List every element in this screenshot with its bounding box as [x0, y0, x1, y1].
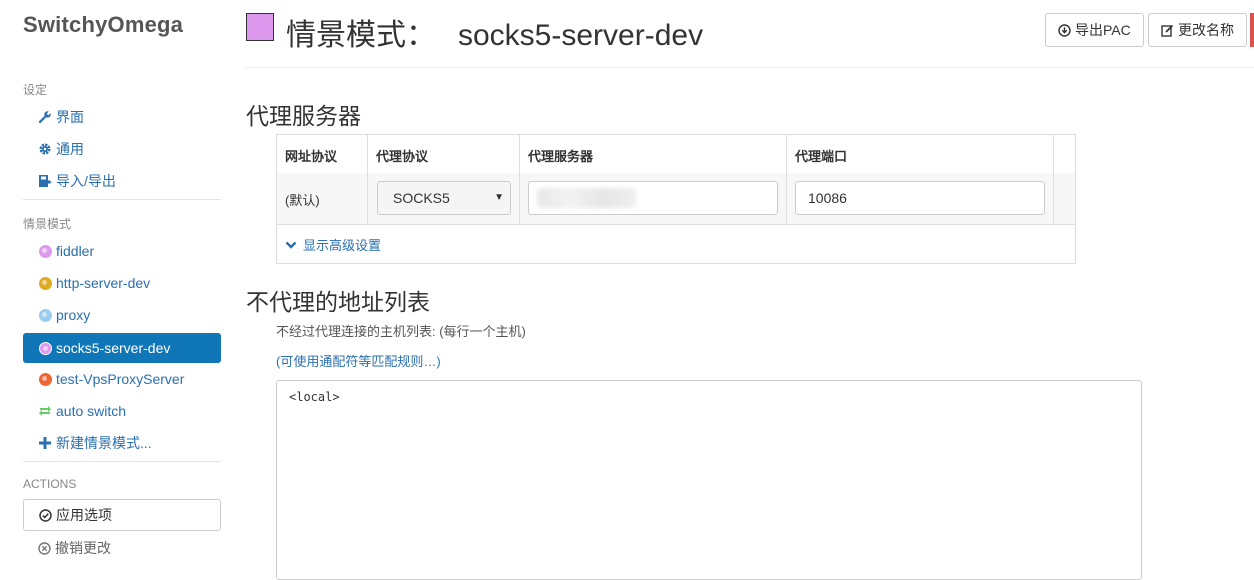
bypass-list-value: <local> — [289, 390, 340, 404]
header-divider — [246, 67, 1254, 68]
page-title: 情景模式： socks5-server-dev — [286, 10, 703, 54]
gear-icon — [38, 142, 52, 156]
proxy-port-value: 10086 — [808, 190, 847, 206]
column-header-protocol: 代理协议 — [376, 149, 429, 164]
proxy-protocol-select[interactable]: SOCKS5 ▼ — [377, 181, 511, 215]
bypass-list-textarea[interactable]: <local> — [276, 380, 1142, 580]
globe-icon — [38, 276, 52, 290]
sidebar-divider — [23, 199, 221, 200]
globe-icon — [38, 308, 52, 322]
app-brand: SwitchyOmega — [23, 12, 184, 37]
table-row: (默认) SOCKS5 ▼ 10086 — [277, 173, 1075, 225]
column-header-server: 代理服务器 — [528, 149, 594, 164]
globe-icon — [38, 244, 52, 258]
table-header-row: 网址协议 代理协议 代理服务器 代理端口 — [277, 135, 1075, 174]
show-advanced-settings-label: 显示高级设置 — [303, 238, 382, 253]
sidebar-item-socks5-server-dev[interactable]: socks5-server-dev — [23, 333, 221, 363]
column-header-port: 代理端口 — [795, 149, 848, 164]
sidebar-item-new-profile[interactable]: 新建情景模式... — [23, 428, 221, 458]
undo-changes-button[interactable]: 撤销更改 — [38, 538, 111, 558]
import-export-icon — [38, 174, 52, 188]
download-icon — [1058, 23, 1071, 37]
sidebar-item-label: http-server-dev — [56, 275, 151, 291]
sidebar-item-interface[interactable]: 界面 — [23, 102, 221, 132]
sidebar-item-auto-switch[interactable]: auto switch — [23, 396, 221, 426]
check-circle-icon — [39, 508, 52, 522]
sidebar-item-label: proxy — [56, 307, 91, 323]
bypass-list-note: 不经过代理连接的主机列表: (每行一个主机) — [276, 324, 526, 339]
profile-color-swatch[interactable] — [246, 13, 274, 41]
proxy-protocol-value: SOCKS5 — [393, 190, 450, 206]
x-circle-icon — [38, 541, 51, 555]
undo-changes-label: 撤销更改 — [55, 540, 111, 556]
sidebar-item-label: socks5-server-dev — [56, 340, 171, 356]
sidebar-item-general[interactable]: 通用 — [23, 134, 221, 164]
page-title-profile-name: socks5-server-dev — [458, 19, 704, 52]
proxy-server-input[interactable] — [528, 181, 778, 215]
sidebar-item-label: 界面 — [56, 109, 84, 125]
apply-options-button[interactable]: 应用选项 — [23, 499, 221, 531]
rename-button[interactable]: 更改名称 — [1148, 13, 1247, 47]
sidebar-item-label: fiddler — [56, 243, 95, 259]
proxy-servers-heading: 代理服务器 — [246, 103, 361, 129]
column-divider — [367, 135, 368, 224]
switch-icon — [38, 404, 52, 418]
globe-icon — [38, 341, 52, 355]
proxy-port-input[interactable]: 10086 — [795, 181, 1045, 215]
redacted-server-value — [537, 188, 637, 208]
edit-icon — [1161, 24, 1174, 37]
delete-button-edge[interactable] — [1250, 13, 1254, 47]
actions-section-header: ACTIONS — [23, 477, 77, 491]
page-title-prefix: 情景模式： — [286, 19, 436, 52]
bypass-list-heading: 不代理的地址列表 — [246, 289, 430, 315]
column-divider — [1053, 135, 1054, 224]
sidebar-item-http-server-dev[interactable]: http-server-dev — [23, 268, 221, 298]
export-pac-button[interactable]: 导出PAC — [1045, 13, 1144, 47]
export-pac-label: 导出PAC — [1075, 22, 1131, 38]
wrench-icon — [38, 110, 52, 124]
column-divider — [519, 135, 520, 224]
apply-options-label: 应用选项 — [56, 507, 112, 523]
show-advanced-settings-link[interactable]: 显示高级设置 — [285, 235, 381, 254]
sidebar-item-import-export[interactable]: 导入/导出 — [23, 166, 221, 196]
scheme-cell: (默认) — [285, 193, 320, 208]
chevron-down-icon — [285, 240, 297, 250]
sidebar-item-label: 通用 — [56, 141, 84, 157]
dropdown-caret-icon: ▼ — [494, 192, 504, 203]
sidebar-item-label: 导入/导出 — [56, 173, 116, 189]
column-divider — [786, 135, 787, 224]
settings-section-header: 设定 — [23, 83, 48, 97]
sidebar-item-proxy[interactable]: proxy — [23, 300, 221, 330]
sidebar-item-label: test-VpsProxyServer — [56, 371, 185, 387]
sidebar-item-label: auto switch — [56, 403, 127, 419]
profiles-section-header: 情景模式 — [23, 217, 72, 231]
sidebar-item-test-vpsproxyserver[interactable]: test-VpsProxyServer — [23, 364, 221, 394]
sidebar-item-label: 新建情景模式... — [56, 435, 152, 451]
column-header-scheme: 网址协议 — [285, 149, 338, 164]
sidebar-divider — [23, 461, 221, 462]
plus-icon — [38, 436, 52, 450]
sidebar-item-fiddler[interactable]: fiddler — [23, 236, 221, 266]
globe-icon — [38, 372, 52, 386]
rename-label: 更改名称 — [1178, 22, 1234, 38]
proxy-servers-table: 网址协议 代理协议 代理服务器 代理端口 (默认) SOCKS5 ▼ 10086… — [276, 134, 1076, 264]
wildcard-rules-link[interactable]: (可使用通配符等匹配规则…) — [276, 351, 441, 370]
